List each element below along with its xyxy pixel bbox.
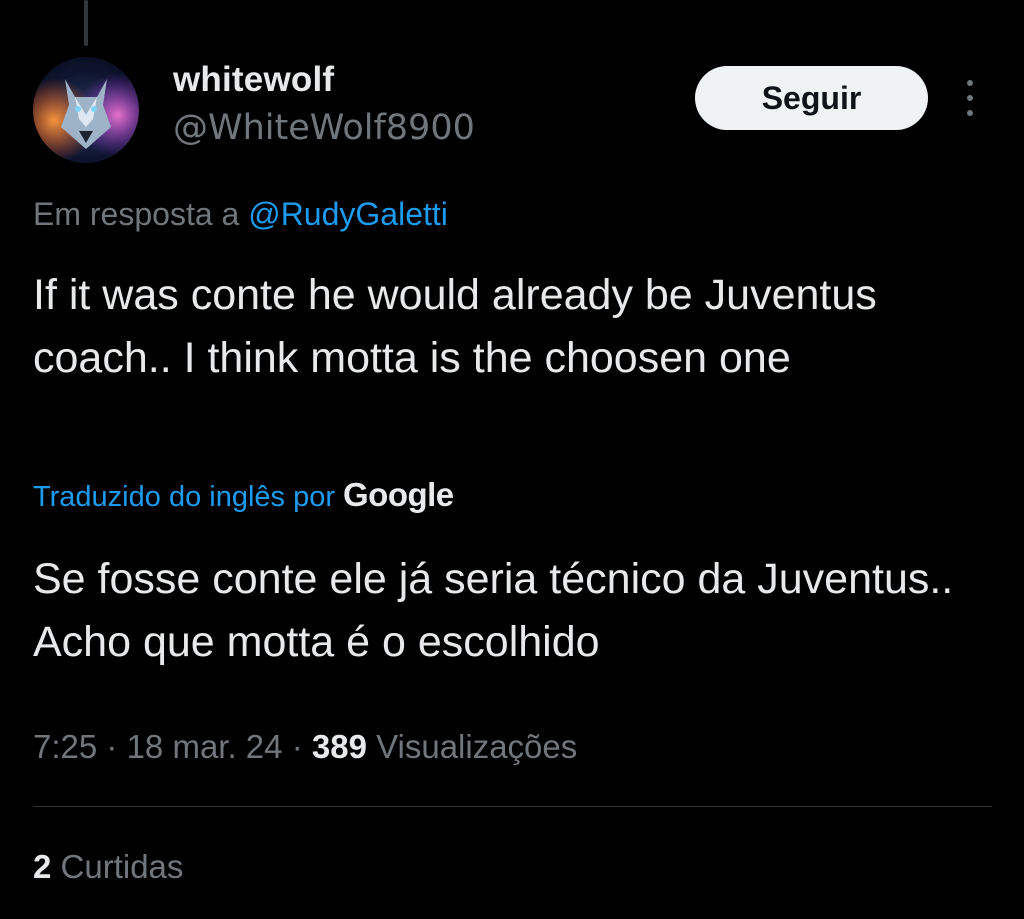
- translation-label: Traduzido do inglês por: [33, 481, 335, 513]
- tweet-text: If it was conte he would already be Juve…: [33, 271, 877, 382]
- wolf-avatar-icon: [33, 57, 139, 163]
- follow-button[interactable]: Seguir: [695, 66, 928, 130]
- translation-attribution: Traduzido do inglês por Google: [33, 476, 454, 514]
- google-logo: Google: [343, 476, 454, 513]
- divider: [33, 806, 992, 807]
- user-handle[interactable]: @WhiteWolf8900: [173, 108, 475, 148]
- avatar[interactable]: [33, 57, 139, 163]
- more-dot: [967, 110, 973, 116]
- likes-label: Curtidas: [60, 848, 184, 885]
- likes-link[interactable]: 2 Curtidas: [33, 848, 183, 886]
- views-label: Visualizações: [376, 728, 578, 765]
- likes-count: 2: [33, 848, 52, 885]
- reply-context: Em resposta a @RudyGaletti: [33, 196, 448, 233]
- more-vertical-icon[interactable]: [958, 80, 982, 116]
- tweet-date[interactable]: 18 mar. 24: [127, 728, 283, 765]
- more-dot: [967, 80, 973, 86]
- follow-button-label: Seguir: [761, 79, 862, 116]
- meta-separator: ·: [291, 728, 303, 765]
- meta-separator: ·: [106, 728, 118, 765]
- more-dot: [967, 95, 973, 101]
- translated-text: Se fosse conte ele já seria técnico da J…: [33, 555, 954, 666]
- reply-prefix: Em resposta a: [33, 196, 240, 232]
- views-count: 389: [311, 728, 367, 765]
- user-display-name[interactable]: whitewolf: [173, 60, 334, 100]
- tweet-meta: 7:25 · 18 mar. 24 · 389 Visualizações: [33, 728, 577, 766]
- reply-mention-link[interactable]: @RudyGaletti: [248, 196, 448, 232]
- tweet-time[interactable]: 7:25: [33, 728, 97, 765]
- thread-connector-line: [84, 0, 88, 46]
